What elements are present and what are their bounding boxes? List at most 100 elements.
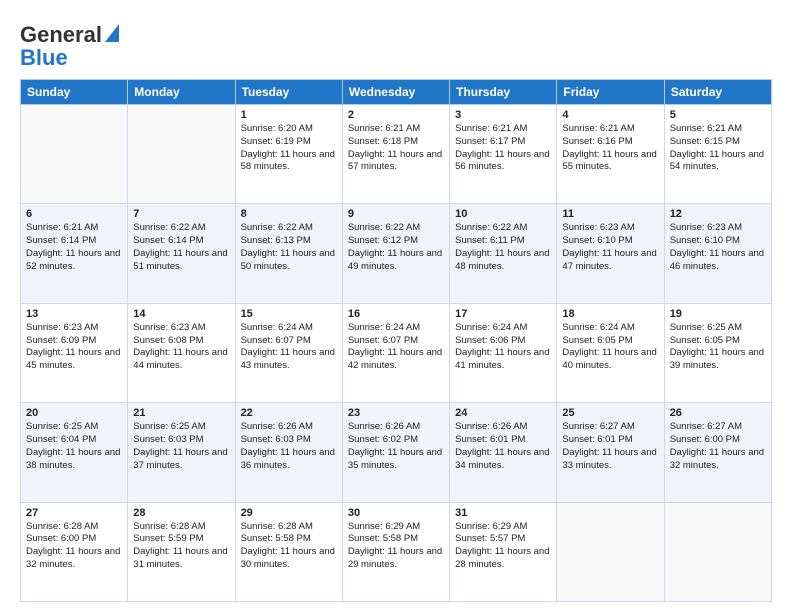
calendar-day-cell: 26 Sunrise: 6:27 AMSunset: 6:00 PMDayligh… [664,403,771,502]
calendar-day-cell: 6 Sunrise: 6:21 AMSunset: 6:14 PMDaylight… [21,204,128,303]
day-info: Sunrise: 6:22 AMSunset: 6:12 PMDaylight:… [348,222,444,273]
day-info: Sunrise: 6:26 AMSunset: 6:03 PMDaylight:… [241,421,337,472]
calendar-day-cell: 11 Sunrise: 6:23 AMSunset: 6:10 PMDayligh… [557,204,664,303]
day-number: 3 [455,109,551,121]
calendar-day-cell [664,502,771,601]
calendar-day-cell: 23Sunrise: 6:26 AMSunset: 6:02 PMDayligh… [342,403,449,502]
day-number: 14 [133,308,229,320]
day-info: Sunrise: 6:29 AMSunset: 5:57 PMDaylight:… [455,521,551,572]
calendar-day-cell: 16Sunrise: 6:24 AMSunset: 6:07 PMDayligh… [342,303,449,402]
calendar-day-cell: 18 Sunrise: 6:24 AMSunset: 6:05 PMDayligh… [557,303,664,402]
calendar-day-cell [21,105,128,204]
day-number: 31 [455,507,551,519]
calendar-day-cell: 15 Sunrise: 6:24 AMSunset: 6:07 PMDayligh… [235,303,342,402]
header: General Blue [20,18,772,69]
day-info: Sunrise: 6:28 AMSunset: 5:59 PMDaylight:… [133,521,229,572]
day-number: 6 [26,208,122,220]
day-number: 22 [241,407,337,419]
day-info: Sunrise: 6:21 AMSunset: 6:17 PMDaylight:… [455,123,551,174]
day-info: Sunrise: 6:28 AMSunset: 6:00 PMDaylight:… [26,521,122,572]
day-info: Sunrise: 6:23 AMSunset: 6:09 PMDaylight:… [26,322,122,373]
calendar-day-cell [557,502,664,601]
day-number: 17 [455,308,551,320]
day-number: 5 [670,109,766,121]
day-number: 15 [241,308,337,320]
day-number: 1 [241,109,337,121]
weekday-header: Sunday [21,80,128,105]
calendar-day-cell: 31 Sunrise: 6:29 AMSunset: 5:57 PMDayligh… [450,502,557,601]
calendar-day-cell: 2Sunrise: 6:21 AMSunset: 6:18 PMDaylight… [342,105,449,204]
calendar-day-cell: 5 Sunrise: 6:21 AMSunset: 6:15 PMDaylight… [664,105,771,204]
calendar-header-row: SundayMondayTuesdayWednesdayThursdayFrid… [21,80,772,105]
day-info: Sunrise: 6:23 AMSunset: 6:10 PMDaylight:… [562,222,658,273]
day-info: Sunrise: 6:23 AMSunset: 6:10 PMDaylight:… [670,222,766,273]
calendar-day-cell: 17 Sunrise: 6:24 AMSunset: 6:06 PMDayligh… [450,303,557,402]
calendar-day-cell: 7Sunrise: 6:22 AMSunset: 6:14 PMDaylight… [128,204,235,303]
day-info: Sunrise: 6:22 AMSunset: 6:11 PMDaylight:… [455,222,551,273]
day-number: 25 [562,407,658,419]
day-number: 21 [133,407,229,419]
day-info: Sunrise: 6:25 AMSunset: 6:03 PMDaylight:… [133,421,229,472]
day-info: Sunrise: 6:24 AMSunset: 6:06 PMDaylight:… [455,322,551,373]
weekday-header: Saturday [664,80,771,105]
day-number: 11 [562,208,658,220]
day-info: Sunrise: 6:27 AMSunset: 6:00 PMDaylight:… [670,421,766,472]
day-number: 26 [670,407,766,419]
calendar-day-cell: 9 Sunrise: 6:22 AMSunset: 6:12 PMDaylight… [342,204,449,303]
day-number: 9 [348,208,444,220]
calendar-day-cell: 24 Sunrise: 6:26 AMSunset: 6:01 PMDayligh… [450,403,557,502]
day-number: 18 [562,308,658,320]
calendar-day-cell: 12 Sunrise: 6:23 AMSunset: 6:10 PMDayligh… [664,204,771,303]
day-info: Sunrise: 6:24 AMSunset: 6:07 PMDaylight:… [348,322,444,373]
calendar-day-cell: 8 Sunrise: 6:22 AMSunset: 6:13 PMDaylight… [235,204,342,303]
weekday-header: Thursday [450,80,557,105]
day-number: 2 [348,109,444,121]
calendar-day-cell [128,105,235,204]
calendar-week-row: 6 Sunrise: 6:21 AMSunset: 6:14 PMDaylight… [21,204,772,303]
day-number: 20 [26,407,122,419]
day-number: 30 [348,507,444,519]
day-info: Sunrise: 6:26 AMSunset: 6:01 PMDaylight:… [455,421,551,472]
calendar-week-row: 27 Sunrise: 6:28 AMSunset: 6:00 PMDayligh… [21,502,772,601]
page: General Blue SundayMondayTuesdayWednesda… [0,0,792,612]
day-info: Sunrise: 6:24 AMSunset: 6:05 PMDaylight:… [562,322,658,373]
day-number: 19 [670,308,766,320]
day-number: 24 [455,407,551,419]
day-info: Sunrise: 6:25 AMSunset: 6:05 PMDaylight:… [670,322,766,373]
weekday-header: Wednesday [342,80,449,105]
logo: General Blue [20,22,119,69]
day-number: 7 [133,208,229,220]
calendar-day-cell: 21 Sunrise: 6:25 AMSunset: 6:03 PMDayligh… [128,403,235,502]
day-number: 10 [455,208,551,220]
weekday-header: Tuesday [235,80,342,105]
day-number: 27 [26,507,122,519]
calendar-day-cell: 14 Sunrise: 6:23 AMSunset: 6:08 PMDayligh… [128,303,235,402]
logo-general: General [20,24,102,46]
day-info: Sunrise: 6:29 AMSunset: 5:58 PMDaylight:… [348,521,444,572]
logo-triangle-icon [105,24,119,42]
calendar-day-cell: 25 Sunrise: 6:27 AMSunset: 6:01 PMDayligh… [557,403,664,502]
day-info: Sunrise: 6:20 AMSunset: 6:19 PMDaylight:… [241,123,337,174]
calendar-week-row: 20 Sunrise: 6:25 AMSunset: 6:04 PMDayligh… [21,403,772,502]
day-number: 28 [133,507,229,519]
day-info: Sunrise: 6:21 AMSunset: 6:14 PMDaylight:… [26,222,122,273]
day-number: 12 [670,208,766,220]
day-info: Sunrise: 6:22 AMSunset: 6:13 PMDaylight:… [241,222,337,273]
calendar-day-cell: 22 Sunrise: 6:26 AMSunset: 6:03 PMDayligh… [235,403,342,502]
day-info: Sunrise: 6:25 AMSunset: 6:04 PMDaylight:… [26,421,122,472]
calendar-day-cell: 19 Sunrise: 6:25 AMSunset: 6:05 PMDayligh… [664,303,771,402]
day-number: 29 [241,507,337,519]
day-info: Sunrise: 6:27 AMSunset: 6:01 PMDaylight:… [562,421,658,472]
day-number: 8 [241,208,337,220]
calendar-day-cell: 10 Sunrise: 6:22 AMSunset: 6:11 PMDayligh… [450,204,557,303]
weekday-header: Friday [557,80,664,105]
day-info: Sunrise: 6:23 AMSunset: 6:08 PMDaylight:… [133,322,229,373]
calendar-day-cell: 27 Sunrise: 6:28 AMSunset: 6:00 PMDayligh… [21,502,128,601]
logo-blue: Blue [20,47,68,69]
weekday-header: Monday [128,80,235,105]
calendar-day-cell: 1 Sunrise: 6:20 AMSunset: 6:19 PMDaylight… [235,105,342,204]
day-number: 13 [26,308,122,320]
day-info: Sunrise: 6:21 AMSunset: 6:15 PMDaylight:… [670,123,766,174]
calendar-week-row: 13 Sunrise: 6:23 AMSunset: 6:09 PMDayligh… [21,303,772,402]
day-info: Sunrise: 6:24 AMSunset: 6:07 PMDaylight:… [241,322,337,373]
